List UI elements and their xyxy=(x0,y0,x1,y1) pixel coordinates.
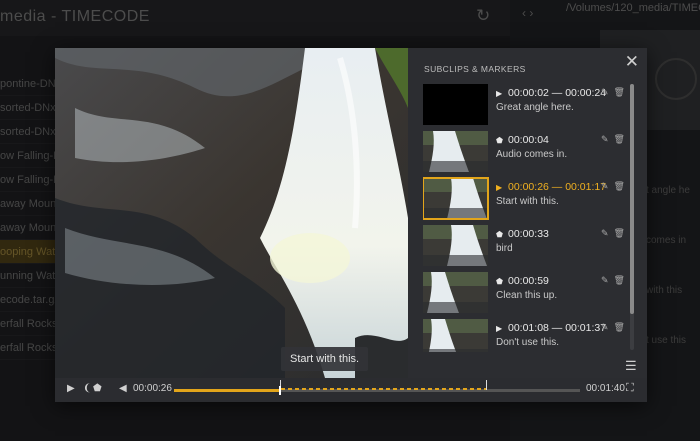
delete-icon[interactable]: 🗑 xyxy=(614,228,625,238)
item-timecode: 00:00:59 xyxy=(508,275,549,287)
marker-icon[interactable]: ⬟ xyxy=(496,136,506,145)
clip-thumbnail[interactable] xyxy=(423,84,488,125)
subclip-item[interactable]: ▶ 00:00:26 — 00:01:17 Start with this. ✎ 🗑 xyxy=(423,176,627,223)
item-note: Start with this. xyxy=(496,196,559,207)
edit-icon[interactable]: ✎ xyxy=(601,134,609,144)
marker-icon[interactable]: ⬟ xyxy=(496,277,506,286)
play-icon[interactable]: ▶ xyxy=(496,183,506,192)
item-actions: ✎ 🗑 xyxy=(601,322,627,333)
item-actions: ✎ 🗑 xyxy=(601,275,627,286)
item-timecode: 00:00:33 xyxy=(508,228,549,240)
item-time[interactable]: ▶ 00:01:08 — 00:01:37 xyxy=(496,322,606,334)
play-icon[interactable]: ▶ xyxy=(496,89,506,98)
menu-icon[interactable]: ☰ xyxy=(625,358,637,374)
current-time: 00:00:26 xyxy=(133,383,172,394)
list-scrollbar[interactable] xyxy=(630,84,634,350)
item-actions: ✎ 🗑 xyxy=(601,228,627,239)
subclip-range[interactable] xyxy=(279,380,487,390)
item-actions: ✎ 🗑 xyxy=(601,181,627,192)
set-in-icon[interactable]: ❨ xyxy=(83,383,91,394)
waterfall-frame xyxy=(55,48,408,378)
play-icon[interactable]: ▶ xyxy=(496,324,506,333)
delete-icon[interactable]: 🗑 xyxy=(614,275,625,285)
delete-icon[interactable]: 🗑 xyxy=(614,134,625,144)
item-timecode: 00:00:02 — 00:00:24 xyxy=(508,87,607,99)
video-preview[interactable]: Start with this. xyxy=(55,48,408,378)
clip-thumbnail[interactable] xyxy=(423,225,488,266)
item-time[interactable]: ⬟ 00:00:59 xyxy=(496,275,549,287)
volume-icon[interactable]: ◀ xyxy=(119,383,127,394)
clip-thumbnail[interactable] xyxy=(423,319,488,352)
edit-icon[interactable]: ✎ xyxy=(601,322,609,332)
edit-icon[interactable]: ✎ xyxy=(601,228,609,238)
player-controls: ▶ ❨ ⬟ ◀ 00:00:26 00:01:40 ⛶ xyxy=(55,378,647,402)
timeline-progress xyxy=(174,389,280,392)
item-note: Don't use this. xyxy=(496,337,560,348)
delete-icon[interactable]: 🗑 xyxy=(614,181,625,191)
item-time[interactable]: ⬟ 00:00:33 xyxy=(496,228,549,240)
close-icon[interactable]: ✕ xyxy=(625,52,639,72)
timeline-track[interactable] xyxy=(174,380,580,395)
clip-thumbnail[interactable] xyxy=(423,272,488,313)
edit-icon[interactable]: ✎ xyxy=(601,87,609,97)
duration: 00:01:40 xyxy=(586,383,625,394)
subclip-item[interactable]: ▶ 00:01:08 — 00:01:37 Don't use this. ✎ 🗑 xyxy=(423,317,627,352)
panel-title: SUBCLIPS & MARKERS xyxy=(424,64,526,74)
fullscreen-icon[interactable]: ⛶ xyxy=(626,382,634,395)
item-time[interactable]: ⬟ 00:00:04 xyxy=(496,134,549,146)
add-marker-icon[interactable]: ⬟ xyxy=(93,383,102,394)
playhead[interactable] xyxy=(278,386,281,395)
item-note: bird xyxy=(496,243,513,254)
marker-item[interactable]: ⬟ 00:00:59 Clean this up. ✎ 🗑 xyxy=(423,270,627,317)
subclips-modal: Start with this. SUBCLIPS & MARKERS ✕ ▶ 0… xyxy=(55,48,647,402)
item-timecode: 00:00:26 — 00:01:17 xyxy=(508,181,607,193)
item-time[interactable]: ▶ 00:00:02 — 00:00:24 xyxy=(496,87,606,99)
item-actions: ✎ 🗑 xyxy=(601,87,627,98)
video-caption: Start with this. xyxy=(281,347,369,371)
marker-item[interactable]: ⬟ 00:00:04 Audio comes in. ✎ 🗑 xyxy=(423,129,627,176)
item-timecode: 00:01:08 — 00:01:37 xyxy=(508,322,607,334)
marker-icon[interactable]: ⬟ xyxy=(496,230,506,239)
edit-icon[interactable]: ✎ xyxy=(601,181,609,191)
item-note: Clean this up. xyxy=(496,290,558,301)
clip-thumbnail[interactable] xyxy=(423,177,489,220)
delete-icon[interactable]: 🗑 xyxy=(614,87,625,97)
subclips-panel: SUBCLIPS & MARKERS ✕ ▶ 00:00:02 — 00:00:2… xyxy=(408,48,647,378)
item-note: Great angle here. xyxy=(496,102,574,113)
edit-icon[interactable]: ✎ xyxy=(601,275,609,285)
subclip-list: ▶ 00:00:02 — 00:00:24 Great angle here. ✎ 🗑 ⬟… xyxy=(423,82,627,352)
marker-item[interactable]: ⬟ 00:00:33 bird ✎ 🗑 xyxy=(423,223,627,270)
subclip-item[interactable]: ▶ 00:00:02 — 00:00:24 Great angle here. ✎ 🗑 xyxy=(423,82,627,129)
clip-thumbnail[interactable] xyxy=(423,131,488,172)
delete-icon[interactable]: 🗑 xyxy=(614,322,625,332)
item-timecode: 00:00:04 xyxy=(508,134,549,146)
item-actions: ✎ 🗑 xyxy=(601,134,627,145)
item-time[interactable]: ▶ 00:00:26 — 00:01:17 xyxy=(496,181,606,193)
item-note: Audio comes in. xyxy=(496,149,568,160)
play-icon[interactable]: ▶ xyxy=(67,383,75,394)
